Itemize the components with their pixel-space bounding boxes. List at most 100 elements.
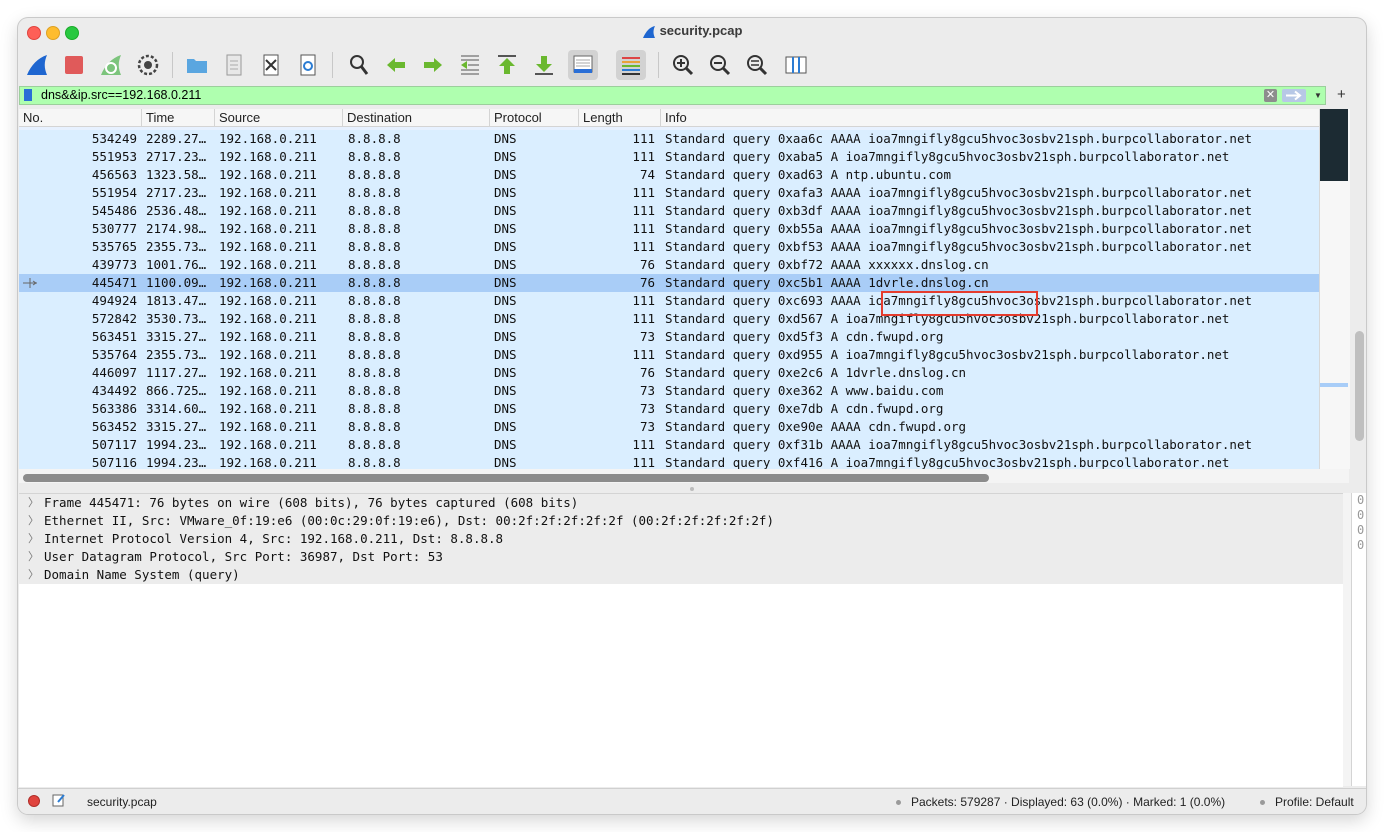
- colorize-icon[interactable]: [616, 50, 646, 80]
- tree-item-ipv4[interactable]: 〉 Internet Protocol Version 4, Src: 192.1…: [19, 530, 1343, 548]
- status-packet-stats[interactable]: Packets: 579287 · Displayed: 63 (0.0%) ·…: [896, 795, 1225, 809]
- packet-cell-info: Standard query 0xbf72 AAAA xxxxxx.dnslog…: [665, 257, 989, 272]
- status-profile-text: Profile: Default: [1275, 795, 1354, 809]
- stop-capture-icon[interactable]: [59, 50, 89, 80]
- details-scrollbar[interactable]: [1343, 493, 1351, 786]
- packet-cell-src: 192.168.0.211: [219, 347, 317, 362]
- apply-filter-icon[interactable]: [1282, 89, 1306, 102]
- packet-row[interactable]: 456563 1323.58… 192.168.0.211 8.8.8.8 DNS 74 S…: [19, 166, 1319, 184]
- packet-row[interactable]: 535765 2355.73… 192.168.0.211 8.8.8.8 DNS 111…: [19, 238, 1319, 256]
- resize-columns-icon[interactable]: [781, 50, 811, 80]
- splitter-grip-icon[interactable]: [690, 487, 694, 491]
- column-header-source[interactable]: Source: [214, 109, 342, 126]
- packet-cell-time: 1001.76…: [146, 257, 207, 272]
- packet-row[interactable]: 535764 2355.73… 192.168.0.211 8.8.8.8 DNS 111…: [19, 346, 1319, 364]
- packet-cell-proto: DNS: [494, 257, 517, 272]
- packet-row[interactable]: 545486 2536.48… 192.168.0.211 8.8.8.8 DNS 111…: [19, 202, 1319, 220]
- open-file-icon[interactable]: [182, 50, 212, 80]
- start-capture-icon[interactable]: [22, 50, 52, 80]
- go-first-icon[interactable]: [492, 50, 522, 80]
- packet-row[interactable]: 563452 3315.27… 192.168.0.211 8.8.8.8 DNS 73 S…: [19, 418, 1319, 436]
- outer-scrollbar-thumb[interactable]: [1355, 331, 1364, 441]
- packet-list-header: No. Time Source Destination Protocol Len…: [19, 109, 1319, 127]
- packet-cell-no: 572842: [91, 311, 137, 326]
- packet-row[interactable]: 439773 1001.76… 192.168.0.211 8.8.8.8 DNS 76 S…: [19, 256, 1319, 274]
- tree-item-dns[interactable]: 〉 Domain Name System (query): [19, 566, 1343, 584]
- app-window: security.pcap dns&&ip.src==192.168.0.211…: [18, 18, 1366, 814]
- horizontal-scrollbar-thumb[interactable]: [23, 474, 989, 482]
- packet-row[interactable]: 551954 2717.23… 192.168.0.211 8.8.8.8 DNS 111…: [19, 184, 1319, 202]
- packet-cell-len: 73: [639, 383, 655, 398]
- packet-list[interactable]: 534249 2289.27… 192.168.0.211 8.8.8.8 DNS 111…: [19, 127, 1319, 469]
- packet-cell-src: 192.168.0.211: [219, 365, 317, 380]
- bookmark-icon[interactable]: [24, 89, 32, 101]
- zoom-in-icon[interactable]: [668, 50, 698, 80]
- tree-item-udp[interactable]: 〉 User Datagram Protocol, Src Port: 36987…: [19, 548, 1343, 566]
- packet-row[interactable]: 534249 2289.27… 192.168.0.211 8.8.8.8 DNS 111…: [19, 130, 1319, 148]
- packet-row[interactable]: 572842 3530.73… 192.168.0.211 8.8.8.8 DNS 111…: [19, 310, 1319, 328]
- filter-history-dropdown-icon[interactable]: ▼: [1311, 88, 1325, 103]
- capture-comment-icon[interactable]: [52, 793, 66, 807]
- column-header-length[interactable]: Length: [578, 109, 660, 126]
- expand-arrow-icon[interactable]: 〉: [28, 512, 39, 530]
- packet-cell-len: 111: [632, 293, 655, 308]
- expand-arrow-icon[interactable]: 〉: [28, 566, 39, 584]
- column-header-protocol[interactable]: Protocol: [489, 109, 578, 126]
- go-to-packet-icon[interactable]: [455, 50, 485, 80]
- display-filter-text[interactable]: dns&&ip.src==192.168.0.211: [41, 88, 201, 102]
- packet-row[interactable]: 551953 2717.23… 192.168.0.211 8.8.8.8 DNS 111…: [19, 148, 1319, 166]
- expert-info-icon[interactable]: [28, 795, 40, 807]
- clear-filter-icon[interactable]: ✕: [1264, 89, 1277, 102]
- packet-details-pane[interactable]: 〉 Frame 445471: 76 bytes on wire (608 bit…: [19, 493, 1343, 787]
- column-header-time[interactable]: Time: [141, 109, 214, 126]
- packet-row[interactable]: 563386 3314.60… 192.168.0.211 8.8.8.8 DNS 73 S…: [19, 400, 1319, 418]
- find-packet-icon[interactable]: [344, 50, 374, 80]
- packet-list-minimap[interactable]: [1320, 109, 1348, 181]
- column-header-no[interactable]: No.: [19, 109, 141, 126]
- go-back-icon[interactable]: [381, 50, 411, 80]
- packet-cell-no: 434492: [91, 383, 137, 398]
- packet-cell-len: 111: [632, 131, 655, 146]
- autoscroll-icon[interactable]: [568, 50, 598, 80]
- expand-arrow-icon[interactable]: 〉: [28, 530, 39, 548]
- packet-row[interactable]: 446097 1117.27… 192.168.0.211 8.8.8.8 DNS 76 S…: [19, 364, 1319, 382]
- save-file-icon[interactable]: [219, 50, 249, 80]
- add-filter-button[interactable]: +: [1337, 86, 1346, 103]
- packet-cell-proto: DNS: [494, 203, 517, 218]
- packet-row[interactable]: 507117 1994.23… 192.168.0.211 8.8.8.8 DNS 111…: [19, 436, 1319, 454]
- column-header-destination[interactable]: Destination: [342, 109, 489, 126]
- packet-cell-src: 192.168.0.211: [219, 437, 317, 452]
- packet-cell-len: 76: [639, 275, 655, 290]
- expand-arrow-icon[interactable]: 〉: [28, 494, 39, 512]
- packet-cell-src: 192.168.0.211: [219, 401, 317, 416]
- tree-item-ethernet[interactable]: 〉 Ethernet II, Src: VMware_0f:19:e6 (00:0…: [19, 512, 1343, 530]
- packet-cell-info: Standard query 0xafa3 AAAA ioa7mngifly8g…: [665, 185, 1252, 200]
- status-profile[interactable]: Profile: Default: [1260, 795, 1354, 809]
- packet-row[interactable]: 530777 2174.98… 192.168.0.211 8.8.8.8 DNS 111…: [19, 220, 1319, 238]
- packet-row[interactable]: 563451 3315.27… 192.168.0.211 8.8.8.8 DNS 73 S…: [19, 328, 1319, 346]
- packet-cell-src: 192.168.0.211: [219, 329, 317, 344]
- capture-options-icon[interactable]: [133, 50, 163, 80]
- zoom-out-icon[interactable]: [705, 50, 735, 80]
- reload-file-icon[interactable]: [293, 50, 323, 80]
- packet-row[interactable]: 494924 1813.47… 192.168.0.211 8.8.8.8 DNS 111…: [19, 292, 1319, 310]
- column-header-info[interactable]: Info: [660, 109, 1319, 126]
- packet-cell-dst: 8.8.8.8: [348, 275, 401, 290]
- packet-cell-no: 446097: [91, 365, 137, 380]
- packet-cell-time: 2355.73…: [146, 347, 207, 362]
- packet-cell-no: 530777: [91, 221, 137, 236]
- go-last-icon[interactable]: [529, 50, 559, 80]
- close-file-icon[interactable]: [256, 50, 286, 80]
- packet-row[interactable]: 434492 866.725… 192.168.0.211 8.8.8.8 DNS 73 S…: [19, 382, 1319, 400]
- packet-bytes-pane[interactable]: 0 0 0 0: [1351, 493, 1366, 786]
- tree-item-frame[interactable]: 〉 Frame 445471: 76 bytes on wire (608 bit…: [19, 494, 1343, 512]
- packet-cell-dst: 8.8.8.8: [348, 401, 401, 416]
- restart-capture-icon[interactable]: [96, 50, 126, 80]
- packet-row-selected[interactable]: 445471 1100.09… 192.168.0.211 8.8.8.8 DNS 76 S…: [19, 274, 1319, 292]
- expand-arrow-icon[interactable]: 〉: [28, 548, 39, 566]
- go-forward-icon[interactable]: [418, 50, 448, 80]
- packet-row[interactable]: 507116 1994.23… 192.168.0.211 8.8.8.8 DNS 111…: [19, 454, 1319, 469]
- zoom-reset-icon[interactable]: [742, 50, 772, 80]
- display-filter-input[interactable]: dns&&ip.src==192.168.0.211 ✕ ▼: [19, 86, 1326, 105]
- packet-cell-src: 192.168.0.211: [219, 257, 317, 272]
